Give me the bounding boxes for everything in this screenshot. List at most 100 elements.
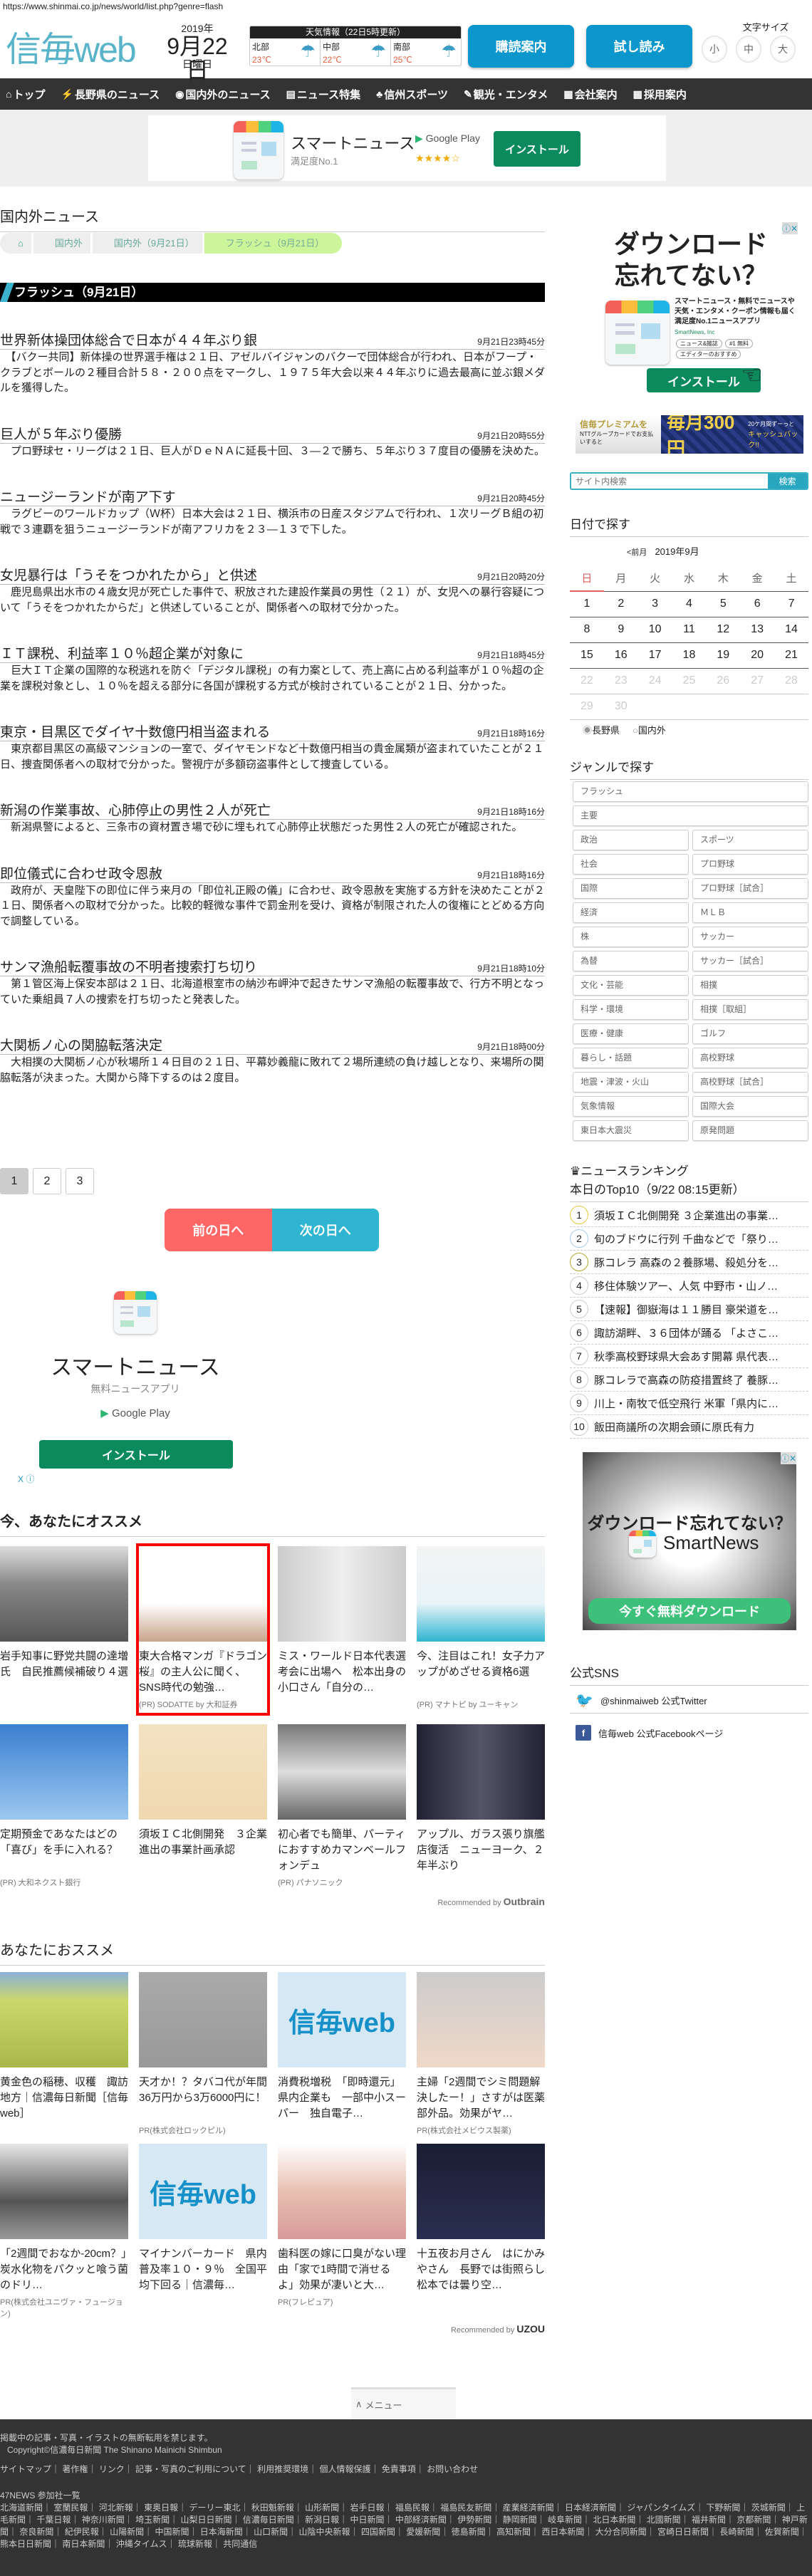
nav-item[interactable]: ♣ 信州スポーツ [376,87,448,102]
reco-title[interactable]: 東大合格マンガ『ドラゴン桜』の主人公に聞く、SNS時代の勉強… [139,1649,267,1696]
news47-paper-link[interactable]: 伊勢新聞 [457,2515,491,2525]
news47-paper-link[interactable]: 西日本新聞 [541,2527,584,2537]
genre-button[interactable]: 高校野球［試合］ [692,1072,808,1093]
news47-paper-link[interactable]: 大分合同新聞 [595,2527,647,2537]
article-title[interactable]: 即位儀式に合わせ政令恩赦 [0,863,162,882]
reco-thumbnail[interactable] [0,1972,128,2067]
search-input[interactable] [571,474,768,489]
news47-paper-link[interactable]: デーリー東北 [189,2503,240,2513]
calendar-day[interactable]: 13 [740,617,775,643]
news47-paper-link[interactable]: 山口新聞 [254,2527,288,2537]
news47-paper-link[interactable]: 下野新聞 [706,2503,740,2513]
reco-title[interactable]: 黄金色の稲穂、収穫 諏訪地方｜信濃毎日新聞［信毎web］ [0,2075,128,2122]
genre-button[interactable]: サッカー［試合］ [692,951,808,971]
news47-paper-link[interactable]: 河北新報 [99,2503,133,2513]
genre-button[interactable]: 社会 [573,854,689,875]
footer-link[interactable]: サイトマップ [0,2464,51,2474]
site-logo[interactable]: 信毎web [6,21,152,64]
genre-button[interactable]: スポーツ [692,830,808,850]
page-3[interactable]: 3 [66,1168,94,1194]
calendar-day[interactable]: 7 [774,591,808,617]
reco-thumbnail[interactable]: 信毎web [139,2144,267,2239]
reco-title[interactable]: 歯科医の嫁に口臭がない理由「家で1時間で消せるよ」効果が凄いと大… [278,2246,406,2293]
news47-paper-link[interactable]: 高知新聞 [496,2527,531,2537]
news47-paper-link[interactable]: 中日新聞 [350,2515,385,2525]
calendar-day[interactable]: 2 [603,591,638,617]
reco-thumbnail[interactable] [139,1724,267,1820]
footer-link[interactable]: 個人情報保護 [319,2464,370,2474]
page-1[interactable]: 1 [0,1168,28,1194]
search-button[interactable]: 検索 [768,474,807,489]
region-radio[interactable]: ◉長野県 [583,725,620,736]
nav-item[interactable]: ✎ 観光・エンタメ [464,87,548,102]
reco-card[interactable]: 黄金色の稲穂、収穫 諏訪地方｜信濃毎日新聞［信毎web］ [0,1972,128,2122]
news47-paper-link[interactable]: 北日本新聞 [593,2515,635,2525]
genre-button[interactable]: 相撲［取組］ [692,999,808,1020]
reco-card[interactable]: 須坂ＩＣ北側開発 ３企業進出の事業計画承認 [139,1724,267,1874]
ranking-item[interactable]: 7 秋季高校野球県大会あす開幕 県代表… [570,1345,808,1368]
genre-button[interactable]: 政治 [573,830,689,850]
genre-button[interactable]: 気象情報 [573,1096,689,1117]
calendar-day[interactable]: 16 [603,642,638,669]
news47-paper-link[interactable]: 山陽新聞 [110,2527,144,2537]
reco-thumbnail[interactable] [139,1546,267,1642]
ranking-item[interactable]: 6 諏訪湖畔、３６団体が踊る 「よさこ… [570,1321,808,1345]
article-title[interactable]: 新潟の作業事故、心肺停止の男性２人が死亡 [0,800,271,819]
news47-paper-link[interactable]: 京都新聞 [736,2515,771,2525]
genre-button[interactable]: 東日本大震災 [573,1120,689,1141]
genre-button[interactable]: 科学・環境 [573,999,689,1020]
calendar-day[interactable]: 11 [672,617,707,643]
news47-paper-link[interactable]: ジャパンタイムズ [627,2503,695,2513]
reco-title[interactable]: 十五夜お月さん はにかみやさん 長野では街照らし 松本では曇り空… [417,2246,545,2293]
ranking-item[interactable]: 1 須坂ＩＣ北側開発 ３企業進出の事業… [570,1204,808,1227]
reco-thumbnail[interactable] [278,2144,406,2239]
genre-button[interactable]: 地震・津波・火山 [573,1072,689,1093]
reco-card[interactable]: 東大合格マンガ『ドラゴン桜』の主人公に聞く、SNS時代の勉強… (PR) SODA… [136,1543,270,1716]
genre-button[interactable]: ゴルフ [692,1023,808,1044]
news47-paper-link[interactable]: 熊本日日新聞 [0,2539,51,2549]
reco-card[interactable]: 定期預金であなたはどの「喜び」を手に入れる？ (PR) 大和ネクスト銀行 [0,1724,128,1888]
genre-button[interactable]: プロ野球［試合］ [692,878,808,899]
ad-install-button[interactable]: インストール [39,1440,233,1469]
news47-paper-link[interactable]: 長崎新聞 [719,2527,754,2537]
ad-download-button[interactable]: 今すぐ無料ダウンロード [588,1598,791,1624]
genre-button[interactable]: プロ野球 [692,854,808,875]
news47-paper-link[interactable]: 山梨日日新聞 [180,2515,231,2525]
ranking-item[interactable]: 2 旬のブドウに行列 千曲などで「祭り… [570,1227,808,1251]
ad-close-icon[interactable]: ⓘ✕ [780,1452,796,1464]
article-title[interactable]: 大関栃ノ心の関脇転落決定 [0,1035,162,1054]
news47-paper-link[interactable]: 日本海新聞 [200,2527,243,2537]
genre-button[interactable]: フラッシュ [573,781,808,802]
article-title[interactable]: 女児暴行は「うそをつかれたから」と供述 [0,565,257,584]
calendar-day[interactable]: 21 [774,642,808,669]
calendar-day[interactable]: 10 [637,617,672,643]
ranking-item[interactable]: 5 【速報】御嶽海は１１勝目 豪栄道を… [570,1298,808,1321]
menu-toggle[interactable]: ∧ メニュー [351,2387,456,2419]
reco-title[interactable]: 今、注目はこれ！女子力アップがめざせる資格6選 [417,1649,545,1696]
calendar-day[interactable]: 1 [570,591,604,617]
reco-title[interactable]: 消費税増税 「即時還元」県内企業も 一部中小スーパー 独自電子… [278,2075,406,2122]
news47-paper-link[interactable]: 信濃毎日新聞 [243,2515,294,2525]
reco-card[interactable]: アップル、ガラス張り旗艦店復活 ニューヨーク、２年半ぶり [417,1724,545,1874]
reco-card[interactable]: 十五夜お月さん はにかみやさん 長野では街照らし 松本では曇り空… [417,2144,545,2293]
ad-close-icon[interactable]: X ⓘ [18,1473,34,1485]
nav-item[interactable]: ◉ 国内外のニュース [175,87,270,102]
news47-paper-link[interactable]: 秋田魁新報 [251,2503,294,2513]
genre-button[interactable]: 文化・芸能 [573,975,689,996]
mid-ad[interactable]: スマートニュース 無料ニュースアプリ ▶ Google Play インストール … [0,1282,271,1485]
news47-paper-link[interactable]: 茨城新聞 [751,2503,786,2513]
sidebar-ad-smartnews[interactable]: ⓘ✕ ダウンロード 忘れてない？ スマートニュース・無料でニュースや天気・エンタメ… [598,222,798,397]
calendar-day[interactable]: 15 [570,642,604,669]
ranking-item[interactable]: 10 飯田商議所の次期会頭に原氏有力 [570,1415,808,1439]
ranking-item[interactable]: 3 豚コレラ 高森の２養豚場、殺処分を… [570,1251,808,1274]
calendar-day[interactable]: 9 [603,617,638,643]
reco-card[interactable]: 歯科医の嫁に口臭がない理由「家で1時間で消せるよ」効果が凄いと大… PR(フレピュ… [278,2144,406,2308]
calendar-day[interactable]: 14 [774,617,808,643]
ranking-item[interactable]: 8 豚コレラで高森の防疫措置終了 養豚… [570,1368,808,1392]
article-title[interactable]: サンマ漁船転覆事故の不明者捜索打ち切り [0,956,257,976]
news47-paper-link[interactable]: 神奈川新聞 [82,2515,125,2525]
footer-link[interactable]: 利用推奨環境 [257,2464,308,2474]
news47-paper-link[interactable]: 山形新聞 [305,2503,339,2513]
calendar-day[interactable]: 3 [637,591,672,617]
prev-month-link[interactable]: <前月 [627,548,647,557]
